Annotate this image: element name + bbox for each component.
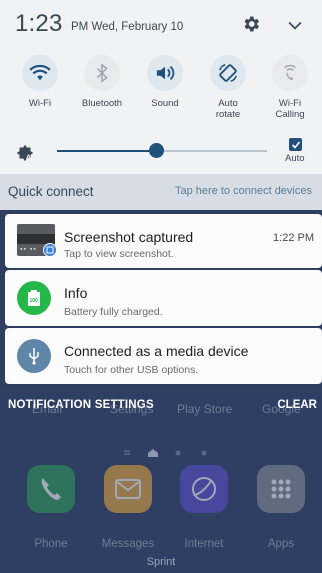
bluetooth-icon[interactable]: [84, 55, 120, 91]
qs-wifi-calling[interactable]: Wi-Fi Calling: [259, 55, 321, 120]
messages-app-icon[interactable]: [104, 465, 152, 513]
notification-time: 1:22 PM: [273, 232, 314, 244]
auto-rotate-icon[interactable]: [210, 55, 246, 91]
carrier-label: Sprint: [146, 556, 176, 568]
qs-wifi[interactable]: Wi-Fi: [9, 55, 71, 109]
notification-info[interactable]: 100 Info Battery fully charged.: [5, 270, 322, 326]
brightness-row: A Auto: [0, 136, 322, 168]
internet-app-icon[interactable]: [180, 465, 228, 513]
apps-drawer-icon[interactable]: [257, 465, 305, 513]
qs-bluetooth[interactable]: Bluetooth: [71, 55, 133, 109]
sound-icon[interactable]: [147, 55, 183, 91]
dock-label: Apps: [267, 538, 295, 550]
usb-icon: [17, 339, 51, 373]
chevron-down-icon[interactable]: [285, 15, 305, 35]
notification-title: Connected as a media device: [64, 343, 249, 359]
qs-label: Bluetooth: [81, 98, 123, 109]
qs-label: Auto rotate: [215, 98, 241, 120]
clock-time: 1:23: [15, 10, 63, 37]
svg-text:A: A: [26, 152, 32, 161]
phone-app-icon[interactable]: [27, 465, 75, 513]
dock-label: Phone: [34, 538, 68, 550]
quick-settings-row: Wi-Fi Bluetooth Sound Auto rotate Wi-Fi …: [0, 55, 322, 125]
wifi-icon[interactable]: [22, 55, 58, 91]
brightness-thumb[interactable]: [148, 143, 164, 158]
notification-settings-button[interactable]: NOTIFICATION SETTINGS: [8, 399, 154, 411]
dock-label: Messages: [101, 538, 155, 550]
wifi-calling-icon[interactable]: [272, 55, 308, 91]
notification-subtitle: Battery fully charged.: [64, 306, 163, 318]
battery-icon: 100: [17, 281, 51, 315]
notification-actions-bar: NOTIFICATION SETTINGS CLEAR: [0, 396, 322, 418]
page-indicator: [124, 449, 207, 457]
notification-title: Info: [64, 285, 88, 301]
gear-icon[interactable]: [241, 14, 261, 34]
qs-label: Wi-Fi Calling: [275, 98, 305, 120]
gallery-badge-icon: [43, 243, 57, 257]
clock-date: PM Wed, February 10: [71, 21, 184, 33]
auto-brightness-label: Auto: [285, 153, 305, 164]
qs-sound[interactable]: Sound: [134, 55, 196, 109]
quick-connect-hint: Tap here to connect devices: [175, 185, 312, 197]
svg-text:100: 100: [30, 298, 39, 304]
notification-subtitle: Touch for other USB options.: [64, 364, 199, 376]
qs-auto-rotate[interactable]: Auto rotate: [197, 55, 259, 120]
status-row: 1:23 PM Wed, February 10: [0, 0, 322, 44]
brightness-fill: [57, 150, 156, 152]
quick-connect-bar[interactable]: Quick connect Tap here to connect device…: [0, 174, 322, 210]
notification-usb[interactable]: Connected as a media device Touch for ot…: [5, 328, 322, 384]
clear-button[interactable]: CLEAR: [277, 399, 317, 411]
qs-label: Sound: [151, 98, 179, 109]
auto-brightness-checkbox[interactable]: [289, 138, 302, 151]
dock-label: Internet: [184, 538, 224, 550]
notification-title: Screenshot captured: [64, 229, 194, 245]
notification-screenshot[interactable]: ▪▪ ▪▪ Screenshot captured Tap to view sc…: [5, 214, 322, 268]
brightness-icon: A: [16, 144, 34, 161]
qs-label: Wi-Fi: [28, 98, 52, 109]
notification-subtitle: Tap to view screenshot.: [64, 248, 174, 260]
notification-shade: 1:23 PM Wed, February 10 Wi-Fi Bluetooth…: [0, 0, 322, 174]
quick-connect-title: Quick connect: [8, 184, 94, 199]
